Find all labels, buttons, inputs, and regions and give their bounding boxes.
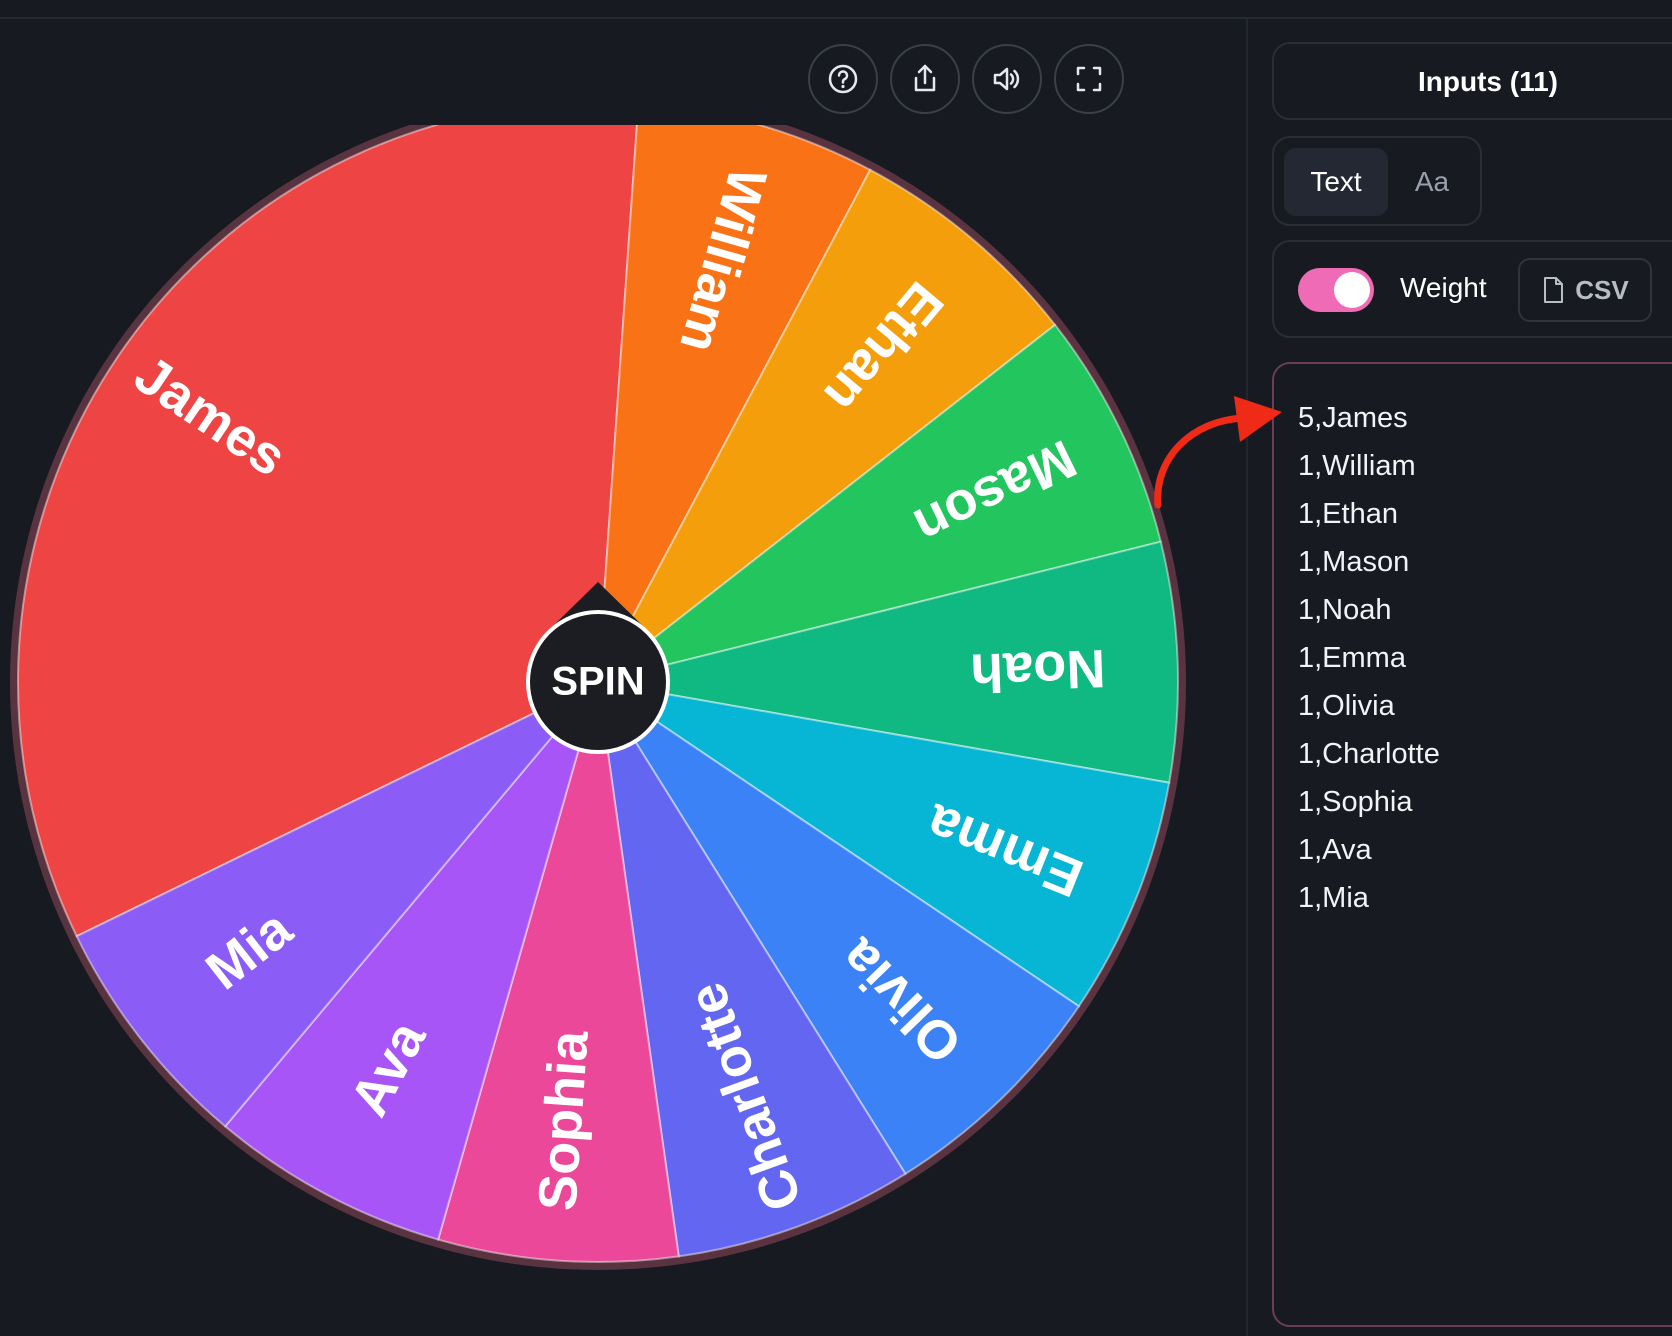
weight-toggle[interactable] — [1298, 268, 1374, 312]
sound-button[interactable] — [972, 44, 1042, 114]
entry-line: 1,Ava — [1298, 834, 1372, 866]
weight-controls: Weight CSV — [1272, 240, 1672, 338]
wheel-segment-label: Sophia — [527, 1028, 599, 1213]
entries-textarea[interactable]: 5,James 1,William 1,Ethan 1,Mason 1,Noah… — [1272, 362, 1672, 1327]
inputs-header: Inputs (11) — [1272, 42, 1672, 120]
entry-line: 1,Ethan — [1298, 498, 1398, 530]
tab-text[interactable]: Text — [1284, 148, 1388, 216]
entry-line: 1,William — [1298, 450, 1416, 482]
entry-line: 5,James — [1298, 402, 1408, 434]
entry-list: 5,James 1,William 1,Ethan 1,Mason 1,Noah… — [1298, 394, 1440, 922]
help-circle-icon — [828, 64, 858, 94]
toggle-knob — [1334, 272, 1370, 308]
curved-arrow-icon — [1154, 396, 1282, 509]
csv-button[interactable]: CSV — [1518, 258, 1652, 322]
share-icon — [914, 64, 936, 92]
entry-line: 1,Olivia — [1298, 690, 1395, 722]
fullscreen-button[interactable] — [1054, 44, 1124, 114]
entry-line: 1,Sophia — [1298, 786, 1413, 818]
spin-wheel[interactable]: JamesWilliam EthanMasonNoahEmmaOliviaChar… — [0, 125, 1220, 1336]
input-mode-tabs: Text Aa — [1272, 136, 1482, 226]
top-border — [0, 17, 1672, 19]
tab-aa[interactable]: Aa — [1392, 148, 1472, 216]
entry-line: 1,Mason — [1298, 546, 1410, 578]
spin-label: SPIN — [551, 660, 644, 704]
entry-line: 1,Mia — [1298, 882, 1369, 914]
csv-label: CSV — [1575, 274, 1629, 305]
entry-line: 1,Emma — [1298, 642, 1406, 674]
inputs-title: Inputs (11) — [1417, 66, 1558, 97]
share-button[interactable] — [890, 44, 960, 114]
weight-label: Weight — [1400, 272, 1487, 303]
file-icon — [1544, 277, 1564, 303]
entry-line: 1,Noah — [1298, 594, 1392, 626]
fullscreen-icon — [1076, 66, 1102, 92]
entry-line: 1,Charlotte — [1298, 738, 1440, 770]
wheel-segment-label: Noah — [969, 638, 1106, 703]
volume-icon — [993, 67, 1020, 91]
help-button[interactable] — [808, 44, 878, 114]
panel-divider — [1246, 19, 1248, 1336]
